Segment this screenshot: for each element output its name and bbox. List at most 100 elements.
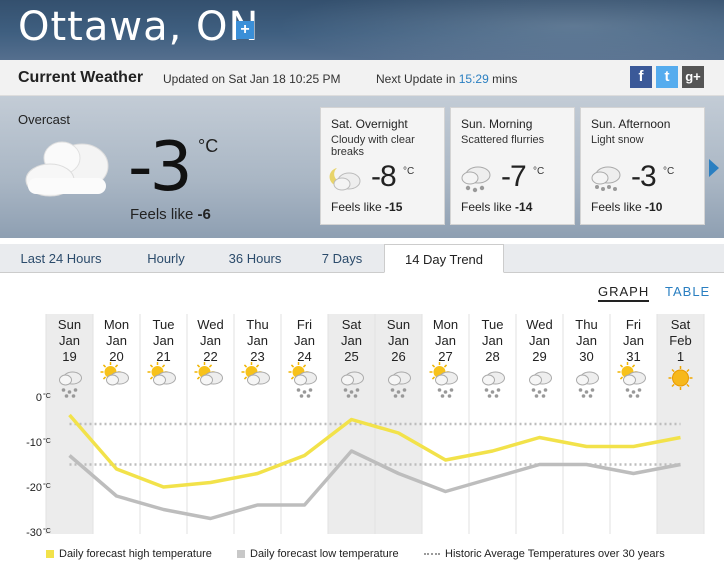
legend-swatch-high (46, 550, 54, 559)
snowflake (581, 394, 586, 398)
snowflake (447, 394, 452, 398)
current-temperature-unit: °C (198, 136, 219, 156)
current-weather-bar: Current Weather Updated on Sat Jan 18 10… (0, 60, 724, 96)
day-number: 28 (485, 349, 499, 364)
y-tick-label: -10 (26, 437, 42, 449)
legend-low: Daily forecast low temperature (237, 548, 399, 560)
snowflake (531, 388, 536, 392)
cloud-part (200, 374, 213, 386)
forecast-condition: Light snow (591, 134, 644, 146)
cloudy-night-icon (329, 168, 361, 191)
next-update-prefix: Next Update in (376, 72, 459, 86)
forecast-tabs: Last 24 Hours Hourly 36 Hours 7 Days 14 … (0, 244, 724, 273)
snowflake (543, 388, 548, 392)
current-condition: Overcast (18, 112, 71, 127)
day-dow: Fri (297, 317, 312, 332)
snowflake (588, 394, 593, 398)
snowflake (584, 390, 589, 394)
tab-36-hours[interactable]: 36 Hours (210, 244, 300, 273)
snowflake (353, 394, 358, 398)
forecast-card-sun-afternoon[interactable]: Sun. Afternoon Light snow -3 °C Feels li… (580, 107, 705, 225)
forecast-temp: -3 (631, 160, 657, 193)
cloud-part (529, 374, 542, 386)
snowflake (346, 394, 351, 398)
snowflake (637, 388, 642, 392)
day-month: Jan (576, 333, 597, 348)
forecast-unit: °C (403, 166, 415, 177)
google-plus-icon[interactable]: g+ (682, 66, 704, 88)
cloud-part (482, 374, 495, 386)
day-dow: Mon (433, 317, 458, 332)
twitter-icon[interactable]: t (656, 66, 678, 88)
snowflake (355, 388, 360, 392)
day-number: 30 (579, 349, 593, 364)
forecast-period: Sat. Overnight (331, 117, 408, 131)
snowflake (490, 390, 495, 394)
legend-historic: Historic Average Temperatures over 30 ye… (424, 548, 665, 560)
feels-like-value: -15 (385, 200, 403, 214)
day-dow: Tue (153, 317, 175, 332)
snowflake (402, 388, 407, 392)
cloud-part (435, 374, 448, 386)
flurries-icon (461, 166, 491, 193)
snowflake (437, 388, 442, 392)
day-month: Jan (482, 333, 503, 348)
facebook-icon[interactable]: f (630, 66, 652, 88)
cloud-part (294, 374, 307, 386)
day-month: Jan (294, 333, 315, 348)
tab-hourly[interactable]: Hourly (122, 244, 210, 273)
day-dow: Sat (342, 317, 362, 332)
cloud-part (106, 374, 119, 386)
cloud-icon (25, 141, 109, 197)
forecast-unit: °C (663, 166, 675, 177)
forecast-card-sun-morning[interactable]: Sun. Morning Scattered flurries -7 °C Fe… (450, 107, 575, 225)
snowflake (349, 390, 354, 394)
graph-view-button[interactable]: GRAPH (598, 284, 650, 302)
add-location-button[interactable]: + (236, 21, 254, 39)
cloud-part (341, 374, 354, 386)
snowflake (440, 394, 445, 398)
day-month: Jan (106, 333, 127, 348)
day-dow: Wed (197, 317, 224, 332)
cloud-part (388, 374, 401, 386)
snowflake (635, 394, 640, 398)
tab-last-24-hours[interactable]: Last 24 Hours (0, 244, 122, 273)
trend-chart: SunJan19MonJan20TueJan21WedJan22ThuJan23… (26, 314, 705, 539)
forecast-card-sat-overnight[interactable]: Sat. Overnight Cloudy with clear breaks … (320, 107, 445, 225)
next-update: Next Update in 15:29 mins (376, 72, 517, 86)
snowflake (631, 390, 636, 394)
day-month: Jan (247, 333, 268, 348)
page-header: Ottawa, ON + (0, 0, 724, 60)
y-tick-unit: °C (43, 392, 51, 400)
cloud-part (247, 374, 260, 386)
forecast-condition: Scattered flurries (461, 134, 545, 146)
cloud-part (59, 374, 72, 386)
cloud-part (623, 374, 636, 386)
snowflake (484, 388, 489, 392)
snowflake (443, 390, 448, 394)
snowflake (541, 394, 546, 398)
snowflake (625, 388, 630, 392)
table-view-button[interactable]: TABLE (665, 284, 710, 299)
tab-7-days[interactable]: 7 Days (300, 244, 384, 273)
forecast-feels-like: Feels like -10 (591, 200, 662, 214)
y-tick-unit: °C (43, 482, 51, 490)
day-number: 25 (344, 349, 358, 364)
cloud-part (576, 374, 589, 386)
snowflake (400, 394, 405, 398)
next-forecast-arrow-icon[interactable] (709, 159, 719, 177)
day-dow: Sun (58, 317, 81, 332)
feels-like-label: Feels like (331, 200, 386, 214)
tab-14-day-trend[interactable]: 14 Day Trend (384, 244, 504, 273)
y-tick-label: -30 (26, 527, 42, 539)
legend-swatch-historic (424, 553, 440, 556)
day-number: 27 (438, 349, 452, 364)
snowflake (396, 390, 401, 394)
snowflake (628, 394, 633, 398)
day-month: Jan (153, 333, 174, 348)
snowflake (494, 394, 499, 398)
day-dow: Thu (575, 317, 597, 332)
y-tick-label: 0 (36, 392, 42, 404)
legend-label: Daily forecast low temperature (250, 548, 399, 560)
snowflake (343, 388, 348, 392)
